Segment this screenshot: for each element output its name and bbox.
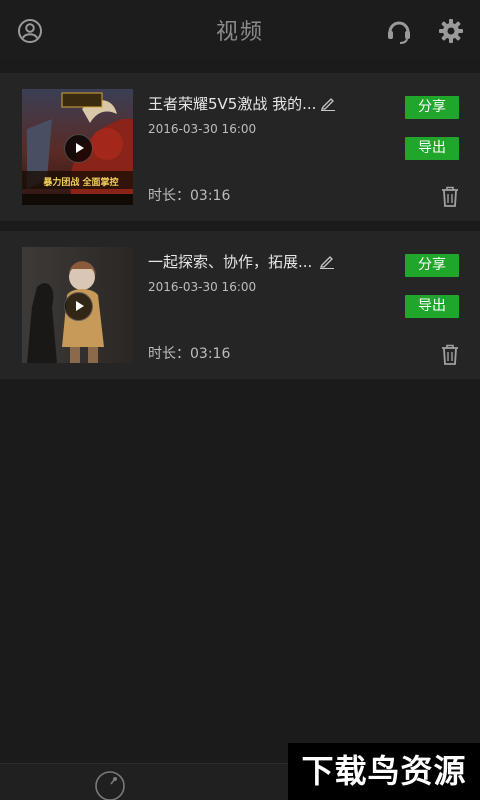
video-title: 王者荣耀5V5激战 我的... — [148, 95, 317, 113]
video-date: 2016-03-30 16:00 — [148, 280, 257, 294]
delete-icon[interactable] — [440, 186, 460, 208]
video-page: 视频 暴力团战 全面掌控 王者荣耀5V5激战 我的... 2016-03-30 … — [0, 0, 480, 800]
play-icon[interactable] — [64, 292, 93, 321]
delete-icon[interactable] — [440, 344, 460, 366]
video-title: 一起探索、协作，拓展... — [148, 253, 313, 271]
headset-icon[interactable] — [383, 15, 415, 47]
video-thumbnail[interactable] — [22, 247, 133, 363]
video-item[interactable]: 暴力团战 全面掌控 王者荣耀5V5激战 我的... 2016-03-30 16:… — [0, 73, 480, 221]
play-icon[interactable] — [64, 134, 93, 163]
share-button[interactable]: 分享 — [405, 96, 459, 119]
video-duration: 时长：03:16 — [148, 188, 231, 204]
video-duration: 时长：03:16 — [148, 346, 231, 362]
video-thumbnail[interactable]: 暴力团战 全面掌控 — [22, 89, 133, 205]
top-bar: 视频 — [0, 0, 480, 60]
record-tab-icon[interactable] — [94, 770, 126, 800]
video-date: 2016-03-30 16:00 — [148, 122, 257, 136]
gear-icon[interactable] — [435, 15, 467, 47]
edit-icon[interactable] — [319, 253, 335, 269]
export-button[interactable]: 导出 — [405, 137, 459, 160]
thumbnail-caption: 暴力团战 全面掌控 — [43, 178, 119, 188]
edit-icon[interactable] — [320, 95, 336, 111]
watermark-logo: 下载鸟资源 — [288, 743, 480, 800]
share-button[interactable]: 分享 — [405, 254, 459, 277]
video-item[interactable]: 一起探索、协作，拓展... 2016-03-30 16:00 时长：03:16 … — [0, 231, 480, 379]
export-button[interactable]: 导出 — [405, 295, 459, 318]
